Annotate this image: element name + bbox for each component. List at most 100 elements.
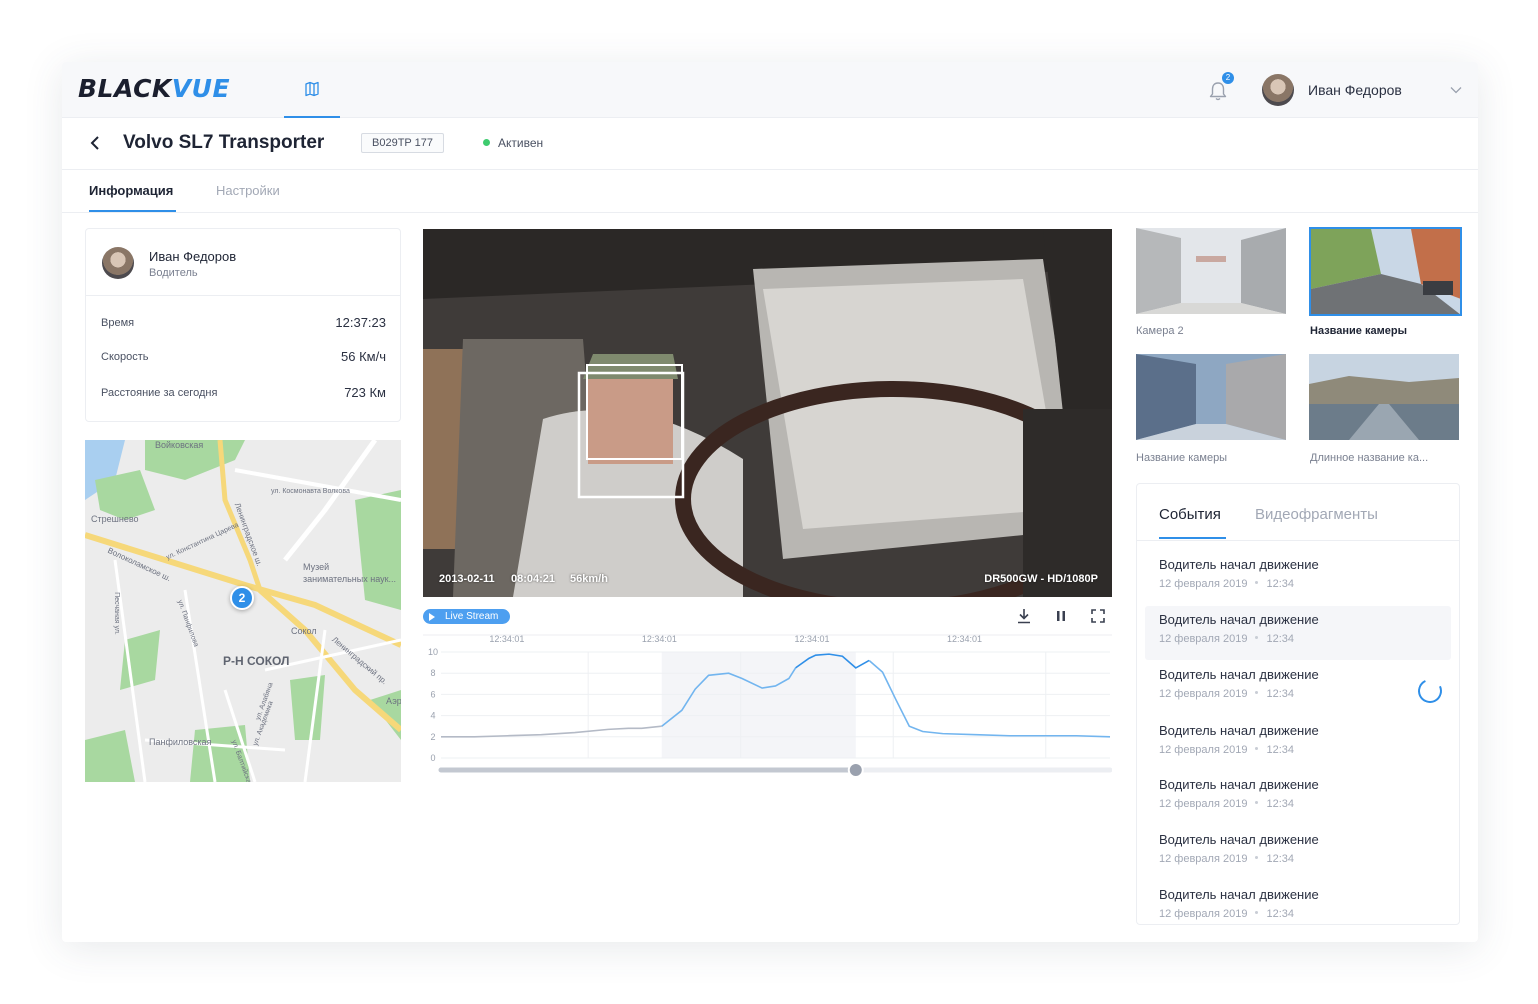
camera-thumbnail[interactable] <box>1309 354 1459 440</box>
event-title: Водитель начал движение <box>1159 723 1319 738</box>
app-window: BLACKVUE 2 Иван Федоров Volvo SL7 Transp… <box>62 62 1478 942</box>
event-title: Водитель начал движение <box>1159 887 1319 902</box>
event-meta: 12 февраля 2019 12:34 <box>1159 908 1294 920</box>
event-title: Водитель начал движение <box>1159 667 1319 682</box>
tab-settings[interactable]: Настройки <box>216 183 280 198</box>
list-item[interactable]: Водитель начал движение 12 февраля 2019 1… <box>1145 606 1451 660</box>
stat-value: 723 Км <box>344 385 386 400</box>
map-label: Сокол <box>291 626 317 636</box>
video-controls: Live Stream <box>423 607 1112 631</box>
stat-row-time: Время 12:37:23 <box>101 313 386 333</box>
chart-x-tick-label: 12:34:01 <box>642 634 677 644</box>
map-background <box>85 440 401 782</box>
event-meta: 12 февраля 2019 12:34 <box>1159 744 1294 756</box>
driver-name: Иван Федоров <box>149 249 237 264</box>
chevron-down-icon[interactable] <box>1450 84 1462 96</box>
download-icon[interactable] <box>1015 607 1033 625</box>
map-label: Войковская <box>155 440 204 450</box>
divider <box>86 295 400 296</box>
chart-y-tick-label: 10 <box>428 647 438 657</box>
vehicle-map-marker[interactable]: 2 <box>230 586 254 610</box>
chart-y-tick-label: 8 <box>430 668 435 678</box>
event-title: Водитель начал движение <box>1159 832 1319 847</box>
back-arrow-icon[interactable] <box>88 134 102 152</box>
avatar[interactable] <box>1262 74 1294 106</box>
video-player[interactable]: 2013-02-11 08:04:21 56km/h DR500GW - HD/… <box>423 229 1112 597</box>
camera-thumbnail[interactable] <box>1136 354 1286 440</box>
map-nav-tab[interactable] <box>284 62 340 118</box>
plate-badge: B029TP 177 <box>361 133 444 153</box>
active-tab-indicator <box>1159 537 1226 539</box>
event-title: Водитель начал движение <box>1159 777 1319 792</box>
tab-events[interactable]: События <box>1159 506 1221 523</box>
event-meta: 12 февраля 2019 12:34 <box>1159 688 1294 700</box>
list-item[interactable]: Водитель начал движение 12 февраля 2019 1… <box>1145 661 1451 715</box>
video-time: 08:04:21 <box>511 573 556 585</box>
list-item[interactable]: Водитель начал движение 12 февраля 2019 1… <box>1145 771 1451 825</box>
map-icon <box>305 81 319 97</box>
active-tab-indicator <box>89 210 176 212</box>
tab-video-clips[interactable]: Видеофрагменты <box>1255 506 1378 523</box>
driver-avatar <box>102 247 134 279</box>
map-label: занимательных наук... <box>303 574 397 584</box>
driver-role: Водитель <box>149 267 198 279</box>
event-title: Водитель начал движение <box>1159 612 1319 627</box>
events-panel: События Видеофрагменты Водитель начал дв… <box>1136 483 1460 925</box>
live-stream-button[interactable]: Live Stream <box>423 609 511 624</box>
divider <box>1137 540 1459 541</box>
list-item[interactable]: Водитель начал движение 12 февраля 2019 1… <box>1145 717 1451 771</box>
chart-series-line-future <box>868 659 1111 738</box>
pause-icon[interactable] <box>1052 607 1070 625</box>
chart-x-tick-label: 12:34:01 <box>489 634 524 644</box>
map-label: Музей <box>303 562 330 572</box>
vehicle-header: Volvo SL7 Transporter B029TP 177 Активен <box>62 118 1478 170</box>
camera-label: Длинное название ка... <box>1310 452 1429 464</box>
chart-y-tick-label: 6 <box>430 689 435 699</box>
stat-value: 12:37:23 <box>335 315 386 330</box>
camera-thumbnail[interactable] <box>1136 228 1286 314</box>
play-icon <box>429 613 435 621</box>
fullscreen-icon[interactable] <box>1089 607 1107 625</box>
status-text: Активен <box>498 136 544 150</box>
stat-value: 56 Км/ч <box>341 349 386 364</box>
blackvue-logo[interactable]: BLACKVUE <box>78 74 230 103</box>
chart-y-tick-label: 2 <box>430 732 435 742</box>
camera-label: Камера 2 <box>1136 325 1184 337</box>
chart-y-tick-label: 4 <box>430 711 435 721</box>
event-title: Водитель начал движение <box>1159 557 1319 572</box>
map-label: Стрешнево <box>91 514 139 524</box>
stat-label: Расстояние за сегодня <box>101 387 218 399</box>
status-dot-icon <box>483 139 490 146</box>
page-title: Volvo SL7 Transporter <box>123 132 325 153</box>
map-label: Песчаная ул. <box>112 592 120 635</box>
list-item[interactable]: Водитель начал движение 12 февраля 2019 1… <box>1145 881 1451 924</box>
camera-2-preview <box>1136 228 1286 314</box>
timeline-handle[interactable] <box>847 762 864 778</box>
list-item[interactable]: Водитель начал движение 12 февраля 2019 1… <box>1145 551 1451 605</box>
stat-label: Время <box>101 317 135 329</box>
map-district-label: Р-Н СОКОЛ <box>223 654 290 668</box>
speed-chart[interactable]: 10 8 6 4 2 0 12:34:01 12:34:01 12:34:01 12:34:01 <box>423 634 1113 794</box>
top-bar: BLACKVUE 2 Иван Федоров <box>62 62 1478 118</box>
stat-row-distance: Расстояние за сегодня 723 Км <box>101 383 386 403</box>
map-label: ул. Космонавта Волкова <box>271 488 350 495</box>
map-label: Аэр <box>386 696 401 706</box>
camera-label: Название камеры <box>1310 325 1407 337</box>
event-meta: 12 февраля 2019 12:34 <box>1159 578 1294 590</box>
camera-label: Название камеры <box>1136 452 1228 464</box>
chart-y-tick-label: 0 <box>430 753 435 763</box>
user-name[interactable]: Иван Федоров <box>1308 82 1402 98</box>
list-item[interactable]: Водитель начал движение 12 февраля 2019 1… <box>1145 826 1451 880</box>
camera-thumbnail-selected[interactable] <box>1309 227 1462 316</box>
tab-info[interactable]: Информация <box>89 183 173 198</box>
chart-x-tick-label: 12:34:01 <box>947 634 982 644</box>
stat-row-speed: Скорость 56 Км/ч <box>101 347 386 367</box>
status-indicator: Активен <box>483 136 543 150</box>
chart-canvas[interactable]: 10 8 6 4 2 0 12:34:01 12:34:01 12:34:01 12:34:01 <box>423 634 1113 794</box>
camera-preview <box>1309 354 1459 440</box>
video-speed: 56km/h <box>570 573 608 585</box>
camera-preview <box>1136 354 1286 440</box>
notification-badge: 2 <box>1222 72 1234 84</box>
map[interactable]: Войковская ул. Космонавта Волкова Стрешн… <box>85 440 401 782</box>
event-meta: 12 февраля 2019 12:34 <box>1159 853 1294 865</box>
